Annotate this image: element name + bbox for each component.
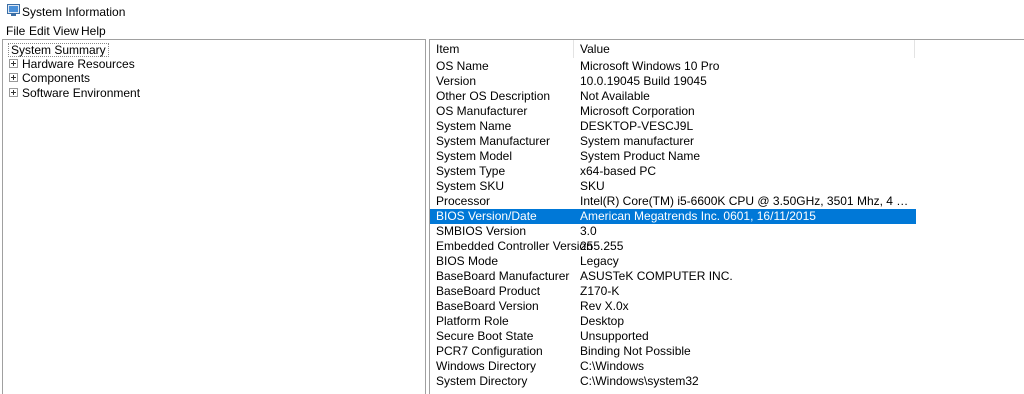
menu-file[interactable]: File	[6, 24, 25, 38]
column-header-value[interactable]: Value	[574, 40, 915, 58]
tree-item-label: Components	[22, 71, 91, 85]
row-item-cell: System Name	[436, 119, 512, 133]
tree-item-label: Hardware Resources	[22, 57, 135, 71]
list-header: Item Value	[430, 40, 1023, 58]
table-row[interactable]: BaseBoard Version Rev X.0x	[430, 299, 916, 314]
row-value-cell: C:\Windows	[580, 359, 645, 373]
row-value-cell: Rev X.0x	[580, 299, 629, 313]
table-row[interactable]: BIOS Mode Legacy	[430, 254, 916, 269]
row-value-cell: Legacy	[580, 254, 619, 268]
tree-item-label: Software Environment	[22, 86, 141, 100]
row-item-cell: BaseBoard Version	[436, 299, 539, 313]
row-value-cell: American Megatrends Inc. 0601, 16/11/201…	[580, 209, 816, 223]
menu-bar: File Edit View Help	[0, 22, 1024, 39]
table-row[interactable]: System Model System Product Name	[430, 149, 916, 164]
column-header-item[interactable]: Item	[430, 40, 574, 58]
row-value-cell: Z170-K	[580, 284, 620, 298]
row-item-cell: System SKU	[436, 179, 505, 193]
table-row[interactable]: Platform Role Desktop	[430, 314, 916, 329]
row-item-cell: SMBIOS Version	[436, 224, 527, 238]
row-item-cell: BIOS Mode	[436, 254, 499, 268]
row-value-cell: 3.0	[580, 224, 597, 238]
row-value-cell: DESKTOP-VESCJ9L	[580, 119, 694, 133]
title-bar[interactable]: System Information	[0, 0, 1024, 22]
table-row[interactable]: SMBIOS Version 3.0	[430, 224, 916, 239]
menu-help[interactable]: Help	[81, 24, 106, 38]
list-rows: OS Name Microsoft Windows 10 Pro Version 10…	[430, 59, 1023, 389]
row-value-cell: ASUSTeK COMPUTER INC.	[580, 269, 733, 283]
table-row[interactable]: Secure Boot State Unsupported	[430, 329, 916, 344]
table-row[interactable]: Processor Intel(R) Core(TM) i5-6600K CPU …	[430, 194, 916, 209]
expand-plus-icon[interactable]	[9, 59, 18, 68]
table-row[interactable]: Version 10.0.19045 Build 19045	[430, 74, 916, 89]
row-item-cell: Version	[436, 74, 477, 88]
row-item-cell: System Model	[436, 149, 513, 163]
row-value-cell: Intel(R) Core(TM) i5-6600K CPU @ 3.50GHz…	[580, 194, 912, 208]
row-value-cell: System Product Name	[580, 149, 701, 163]
category-tree[interactable]: System Summary Hardware Resources Compon…	[2, 39, 426, 394]
table-row[interactable]: Embedded Controller Version 255.255	[430, 239, 916, 254]
row-item-cell: BaseBoard Manufacturer	[436, 269, 570, 283]
row-value-cell: SKU	[580, 179, 605, 193]
table-row[interactable]: System Manufacturer System manufacturer	[430, 134, 916, 149]
table-row[interactable]: Windows Directory C:\Windows	[430, 359, 916, 374]
row-item-cell: BIOS Version/Date	[436, 209, 537, 223]
table-row[interactable]: System Name DESKTOP-VESCJ9L	[430, 119, 916, 134]
row-item-cell: OS Manufacturer	[436, 104, 528, 118]
table-row[interactable]: System SKU SKU	[430, 179, 916, 194]
expand-plus-icon[interactable]	[9, 88, 18, 97]
table-row[interactable]: BaseBoard Manufacturer ASUSTeK COMPUTER I…	[430, 269, 916, 284]
menu-view[interactable]: View	[53, 24, 79, 38]
row-item-cell: PCR7 Configuration	[436, 344, 543, 358]
table-row[interactable]: OS Name Microsoft Windows 10 Pro	[430, 59, 916, 74]
table-row[interactable]: Other OS Description Not Available	[430, 89, 916, 104]
row-value-cell: System manufacturer	[580, 134, 695, 148]
row-item-cell: Secure Boot State	[436, 329, 534, 343]
expand-plus-icon[interactable]	[9, 73, 18, 82]
row-item-cell: System Manufacturer	[436, 134, 551, 148]
table-row[interactable]: System Type x64-based PC	[430, 164, 916, 179]
row-value-cell: Not Available	[580, 89, 650, 103]
row-value-cell: Desktop	[580, 314, 625, 328]
row-item-cell: OS Name	[436, 59, 489, 73]
row-item-cell: Embedded Controller Version	[436, 239, 593, 253]
row-item-cell: System Type	[436, 164, 506, 178]
row-item-cell: Windows Directory	[436, 359, 537, 373]
row-item-cell: Other OS Description	[436, 89, 551, 103]
table-row[interactable]: PCR7 Configuration Binding Not Possible	[430, 344, 916, 359]
table-row[interactable]: BIOS Version/Date American Megatrends Inc…	[430, 209, 916, 224]
row-value-cell: x64-based PC	[580, 164, 657, 178]
table-row[interactable]: BaseBoard Product Z170-K	[430, 284, 916, 299]
row-item-cell: BaseBoard Product	[436, 284, 541, 298]
row-value-cell: C:\Windows\system32	[580, 374, 699, 388]
row-value-cell: 10.0.19045 Build 19045	[580, 74, 707, 88]
system-information-icon	[7, 4, 20, 16]
details-list[interactable]: Item Value OS Name Microsoft Windows 10 P…	[429, 39, 1024, 394]
menu-edit[interactable]: Edit	[29, 24, 50, 38]
window-title: System Information	[22, 5, 126, 19]
row-value-cell: 255.255	[580, 239, 624, 253]
row-value-cell: Microsoft Windows 10 Pro	[580, 59, 720, 73]
row-item-cell: System Directory	[436, 374, 528, 388]
row-value-cell: Microsoft Corporation	[580, 104, 695, 118]
tree-item-system-summary[interactable]: System Summary	[8, 43, 109, 57]
row-value-cell: Unsupported	[580, 329, 649, 343]
row-value-cell: Binding Not Possible	[580, 344, 691, 358]
row-item-cell: Processor	[436, 194, 491, 208]
row-item-cell: Platform Role	[436, 314, 509, 328]
table-row[interactable]: OS Manufacturer Microsoft Corporation	[430, 104, 916, 119]
table-row[interactable]: System Directory C:\Windows\system32	[430, 374, 916, 389]
